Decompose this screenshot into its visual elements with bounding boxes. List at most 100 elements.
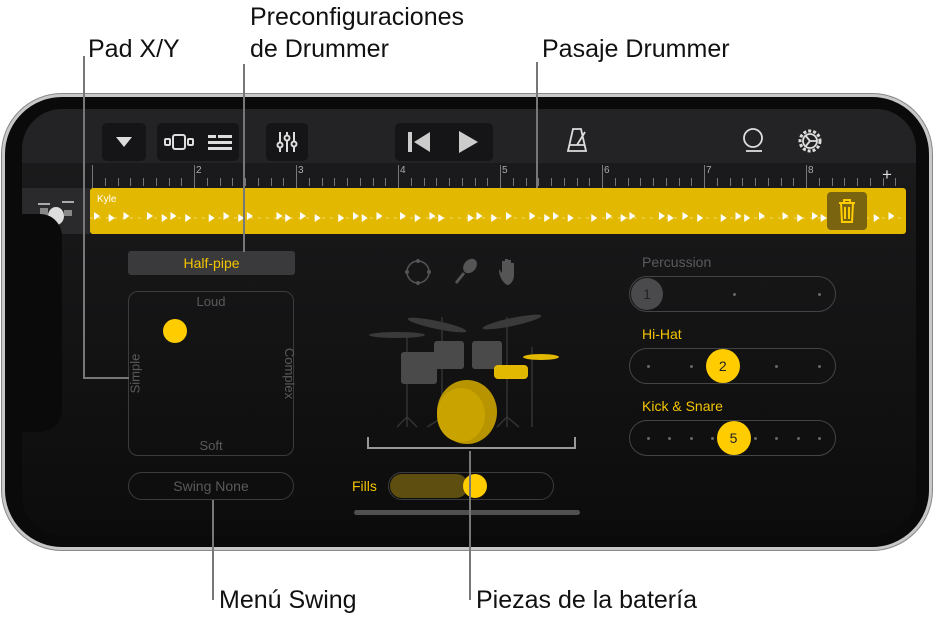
crash-cymbal-right[interactable] bbox=[482, 312, 542, 332]
trash-icon bbox=[839, 199, 855, 223]
ruler-tick bbox=[767, 178, 769, 186]
settings-gear-icon[interactable] bbox=[796, 127, 824, 155]
drum-hit bbox=[812, 212, 818, 220]
ruler-tick bbox=[780, 178, 782, 186]
drum-hit bbox=[759, 212, 765, 220]
ruler-tick bbox=[423, 178, 425, 186]
mixer-button[interactable] bbox=[266, 123, 308, 161]
xy-pad[interactable]: Loud Soft Simple Complex bbox=[127, 291, 297, 456]
shaker-icon[interactable] bbox=[454, 257, 480, 284]
leader-pad-xy-h bbox=[83, 377, 129, 379]
bar-number: 3 bbox=[298, 165, 304, 176]
slider-knob[interactable]: 1 bbox=[631, 278, 663, 310]
xy-label-soft: Soft bbox=[199, 438, 223, 453]
slider-stop bbox=[732, 293, 736, 296]
add-section-button[interactable]: + bbox=[882, 165, 892, 185]
xy-label-simple: Simple bbox=[127, 353, 143, 394]
drummer-region[interactable]: Kyle bbox=[90, 188, 906, 234]
bar-number: 5 bbox=[502, 165, 508, 176]
hand-clap-icon[interactable] bbox=[499, 259, 514, 285]
play-icon[interactable] bbox=[444, 123, 493, 161]
slider-knob[interactable]: 5 bbox=[716, 421, 751, 455]
timeline-ruler[interactable]: 2 3 4 5 6 7 8 bbox=[90, 163, 897, 188]
ruler-tick bbox=[245, 178, 246, 186]
bar-number: 8 bbox=[808, 165, 814, 176]
drum-hit bbox=[735, 212, 742, 220]
ride-cymbal[interactable] bbox=[369, 332, 425, 338]
swing-menu-button[interactable]: Swing None bbox=[128, 472, 294, 500]
bar-number: 2 bbox=[196, 165, 202, 176]
drum-hit bbox=[208, 214, 215, 222]
ruler-tick bbox=[168, 178, 170, 186]
rewind-icon[interactable] bbox=[395, 123, 444, 161]
ruler-tick bbox=[678, 178, 680, 186]
fills-knob[interactable] bbox=[462, 474, 487, 498]
ruler-tick bbox=[844, 178, 846, 186]
slider-hi-hat[interactable]: 2 bbox=[629, 348, 836, 384]
drum-hit bbox=[476, 212, 483, 220]
ruler-tick bbox=[640, 178, 642, 186]
ruler-tick bbox=[283, 178, 285, 186]
tom-right[interactable] bbox=[472, 341, 502, 369]
slider-percussion[interactable]: 1 bbox=[629, 276, 836, 312]
drummer-preset-button[interactable]: Half-pipe bbox=[128, 251, 295, 275]
kit-bracket bbox=[367, 437, 576, 449]
crash-cymbal-left[interactable] bbox=[407, 315, 467, 335]
leader-swing bbox=[212, 500, 214, 600]
ruler-tick bbox=[742, 178, 744, 186]
metronome-icon[interactable] bbox=[566, 127, 588, 153]
drum-hit bbox=[629, 212, 636, 220]
delete-region-button[interactable] bbox=[827, 192, 867, 230]
annotation-pad-xy: Pad X/Y bbox=[88, 35, 180, 63]
loop-icon[interactable] bbox=[740, 127, 766, 153]
percussion-icons bbox=[405, 257, 514, 285]
view-toggle-button[interactable] bbox=[157, 123, 239, 161]
drum-hit bbox=[376, 212, 383, 220]
slider-stop bbox=[818, 437, 821, 440]
ruler-tick bbox=[372, 178, 374, 186]
slider-stop bbox=[668, 437, 672, 440]
xy-label-complex: Complex bbox=[281, 347, 297, 400]
drum-hit bbox=[170, 212, 177, 220]
hi-hat[interactable] bbox=[523, 354, 559, 360]
slider-kick-snare[interactable]: 5 bbox=[629, 420, 836, 456]
tom-left[interactable] bbox=[434, 341, 464, 369]
slider-knob[interactable]: 2 bbox=[705, 349, 740, 383]
slider-label: Percussion bbox=[642, 254, 712, 270]
drum-hit bbox=[353, 212, 359, 220]
ruler-tick bbox=[729, 178, 731, 186]
drum-hit bbox=[544, 214, 551, 222]
drum-hit bbox=[782, 212, 789, 220]
annotation-kit-pieces: Piezas de la batería bbox=[476, 586, 697, 614]
fills-label: Fills bbox=[352, 478, 377, 494]
tambourine-icon[interactable] bbox=[405, 259, 431, 285]
browser-button[interactable] bbox=[102, 123, 146, 161]
ruler-tick bbox=[181, 178, 183, 186]
slider-stop bbox=[796, 437, 800, 440]
browser-triangle-icon bbox=[116, 137, 132, 147]
ruler-tick bbox=[232, 178, 234, 186]
floor-tom[interactable] bbox=[401, 352, 437, 384]
ruler-tick bbox=[385, 178, 387, 186]
drum-hit bbox=[338, 214, 345, 222]
fills-slider[interactable] bbox=[388, 472, 554, 500]
ruler-tick bbox=[793, 178, 795, 186]
ruler-tick bbox=[576, 178, 578, 186]
instrument-view-icon bbox=[164, 134, 194, 150]
ruler-tick bbox=[436, 178, 438, 186]
ruler-tick bbox=[296, 165, 297, 188]
drum-hit bbox=[591, 214, 598, 222]
tracks-view-icon bbox=[208, 135, 232, 150]
bar-number: 6 bbox=[604, 165, 610, 176]
drum-hit bbox=[94, 212, 100, 220]
drum-hit bbox=[506, 212, 512, 220]
xy-puck[interactable] bbox=[162, 319, 187, 344]
scroll-indicator[interactable] bbox=[354, 510, 580, 515]
drum-hit bbox=[659, 212, 665, 220]
drum-hit bbox=[467, 214, 474, 222]
ruler-tick bbox=[602, 165, 603, 188]
ruler-tick bbox=[487, 178, 489, 186]
drum-hit bbox=[567, 214, 574, 222]
drum-kit[interactable] bbox=[357, 297, 577, 447]
snare[interactable] bbox=[494, 365, 528, 379]
